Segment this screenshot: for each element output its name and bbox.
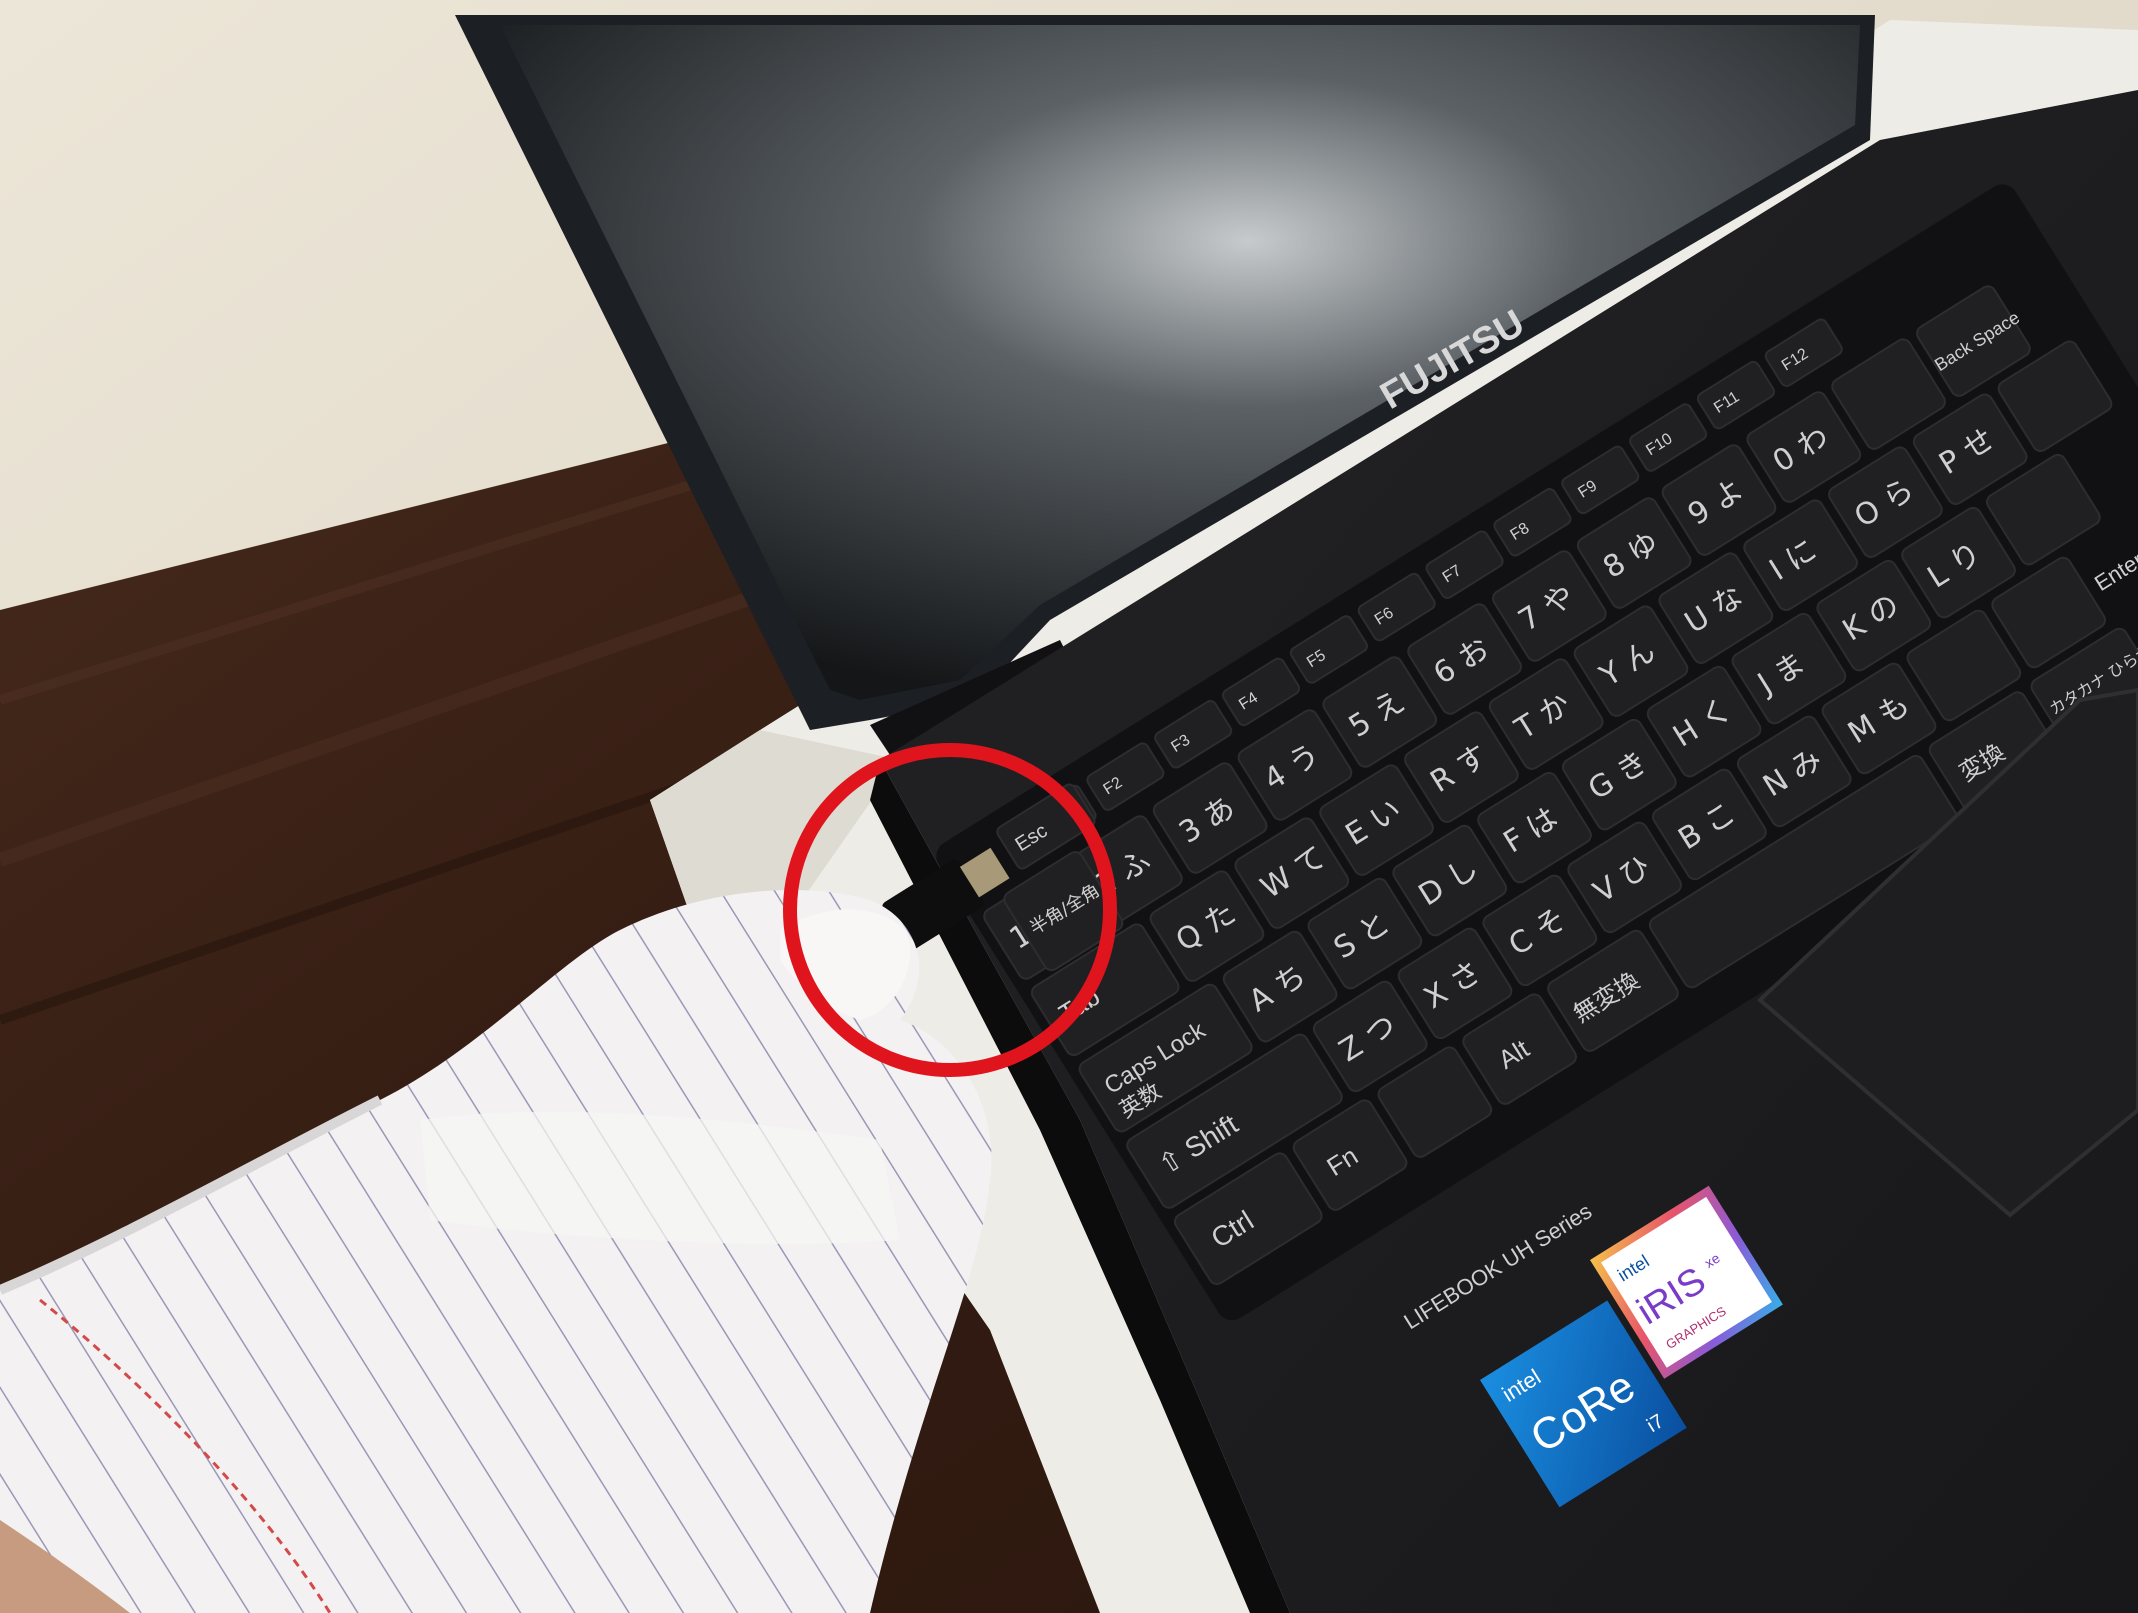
photo: Tab Caps Lock 英数 ⇧ Shift Ctrl Fn Alt 無変換… — [0, 0, 2138, 1613]
